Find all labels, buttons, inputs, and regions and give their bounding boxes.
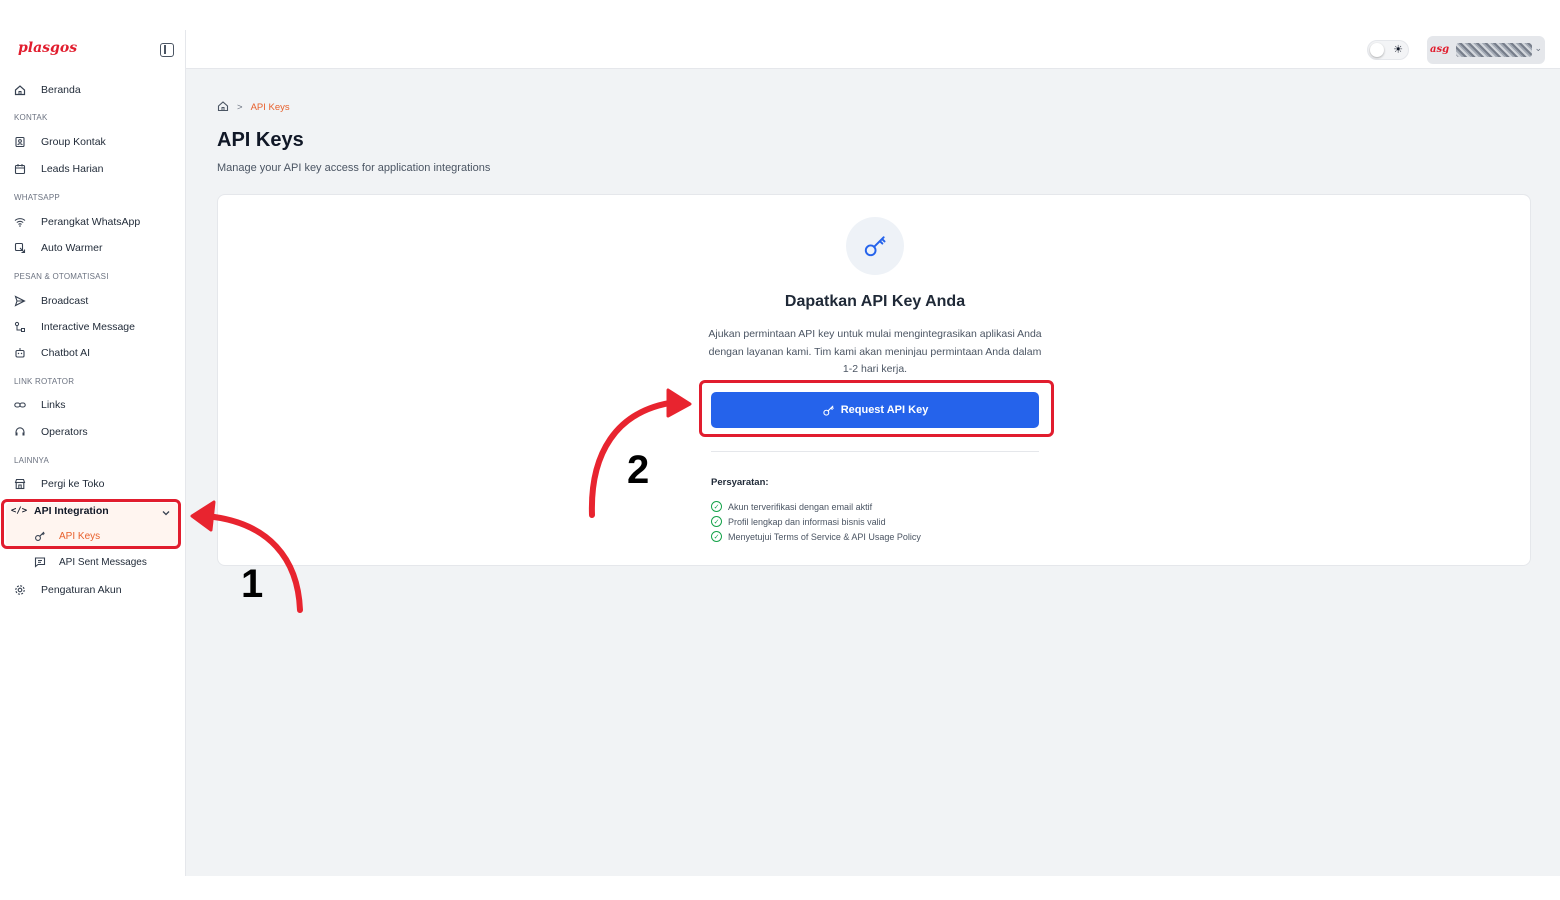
sidebar-item-pergi-ke-toko[interactable]: Pergi ke Toko [0,473,186,495]
wifi-icon [13,215,27,229]
user-name: asg [1430,44,1450,55]
send-icon [13,294,27,308]
sidebar-item-label: Links [41,399,66,411]
sidebar-item-interactive-message[interactable]: Interactive Message [0,316,186,338]
user-name-redacted [1456,43,1532,57]
sidebar-item-label: Leads Harian [41,163,104,175]
bot-icon [13,346,27,360]
sidebar-item-beranda[interactable]: Beranda [0,79,186,101]
sidebar-subitem-api-sent-messages[interactable]: API Sent Messages [34,552,147,572]
workflow-icon [13,320,27,334]
code-icon: </> [10,506,28,516]
sidebar-item-label: Pengaturan Akun [41,584,122,596]
sidebar-item-leads-harian[interactable]: Leads Harian [0,158,186,180]
breadcrumb-current: API Keys [250,102,290,113]
check-circle-icon: ✓ [711,516,722,527]
sidebar-collapse-icon[interactable] [160,43,174,57]
toggle-knob [1370,43,1384,57]
section-label-lainnya: LAINNYA [14,456,50,465]
breadcrumb-separator: > [237,102,243,113]
message-square-icon [34,556,46,568]
requirement-text: Menyetujui Terms of Service & API Usage … [728,531,921,542]
requirement-item: ✓ Akun terverifikasi dengan email aktif [711,499,921,514]
requirements-list: ✓ Akun terverifikasi dengan email aktif … [711,499,921,544]
sidebar-item-label: Auto Warmer [41,242,103,254]
headset-icon [13,425,27,439]
sidebar-item-links[interactable]: Links [0,394,186,416]
gear-icon [13,583,27,597]
chevron-down-icon [161,505,171,523]
topbar: ☀ asg ⌄ [186,30,1560,69]
sidebar-item-label: API Integration [34,505,109,517]
api-key-request-card: Dapatkan API Key Anda Ajukan permintaan … [217,194,1531,566]
sidebar-item-label: Perangkat WhatsApp [41,216,141,228]
chevron-down-icon: ⌄ [1534,43,1542,53]
key-icon [846,217,904,275]
section-label-link-rotator: LINK ROTATOR [14,377,75,386]
requirement-text: Akun terverifikasi dengan email aktif [728,501,873,512]
home-icon[interactable] [217,100,229,115]
check-circle-icon: ✓ [711,501,722,512]
requirement-item: ✓ Menyetujui Terms of Service & API Usag… [711,529,921,544]
sidebar-item-label: Interactive Message [41,321,135,333]
home-icon [13,83,27,97]
contact-book-icon [13,135,27,149]
brand-logo[interactable]: plasgos [18,40,77,56]
sidebar-item-pengaturan-akun[interactable]: Pengaturan Akun [0,579,186,601]
auto-warmer-icon [13,241,27,255]
requirement-item: ✓ Profil lengkap dan informasi bisnis va… [711,514,921,529]
step-number-2: 2 [627,448,650,492]
breadcrumb: > API Keys [217,100,290,115]
sidebar-item-perangkat-whatsapp[interactable]: Perangkat WhatsApp [0,211,186,233]
section-label-pesan: PESAN & OTOMATISASI [14,272,109,281]
sidebar-item-operators[interactable]: Operators [0,421,186,443]
sidebar-item-auto-warmer[interactable]: Auto Warmer [0,237,186,259]
section-label-whatsapp: WHATSAPP [14,193,60,202]
key-icon [822,404,835,417]
request-api-key-label: Request API Key [840,404,929,416]
key-icon [34,530,46,542]
card-description: Ajukan permintaan API key untuk mulai me… [708,328,1042,375]
sidebar-item-label: API Keys [59,530,101,542]
store-icon [13,477,27,491]
sidebar-item-group-kontak[interactable]: Group Kontak [0,131,186,153]
sidebar-item-label: Chatbot AI [41,347,91,359]
sidebar-item-broadcast[interactable]: Broadcast [0,290,186,312]
sidebar-item-label: Operators [41,426,88,438]
check-circle-icon: ✓ [711,531,722,542]
requirements-title: Persyaratan: [711,477,769,488]
request-api-key-button[interactable]: Request API Key [711,392,1039,428]
sidebar-subitem-api-keys[interactable]: API Keys [34,526,100,546]
sidebar-item-label: Beranda [41,84,81,96]
sun-icon: ☀ [1393,44,1403,56]
sidebar-item-label: API Sent Messages [59,556,147,568]
page-subtitle: Manage your API key access for applicati… [217,162,491,174]
requirement-text: Profil lengkap dan informasi bisnis vali… [728,516,886,527]
calendar-icon [13,162,27,176]
divider [711,451,1039,452]
sidebar-item-label: Pergi ke Toko [41,478,105,490]
sidebar-item-label: Group Kontak [41,136,106,148]
sidebar: plasgos Beranda KONTAK Group Kontak Lead… [0,30,186,876]
user-menu[interactable]: asg ⌄ [1427,36,1545,64]
theme-toggle[interactable]: ☀ [1367,40,1409,60]
sidebar-item-api-integration[interactable]: </> API Integration [0,500,186,522]
link-icon [13,398,27,412]
page-title: API Keys [217,129,304,151]
step-number-1: 1 [241,562,264,606]
card-title: Dapatkan API Key Anda [784,293,966,310]
sidebar-item-chatbot-ai[interactable]: Chatbot AI [0,342,186,364]
sidebar-item-label: Broadcast [41,295,89,307]
section-label-kontak: KONTAK [14,113,48,122]
